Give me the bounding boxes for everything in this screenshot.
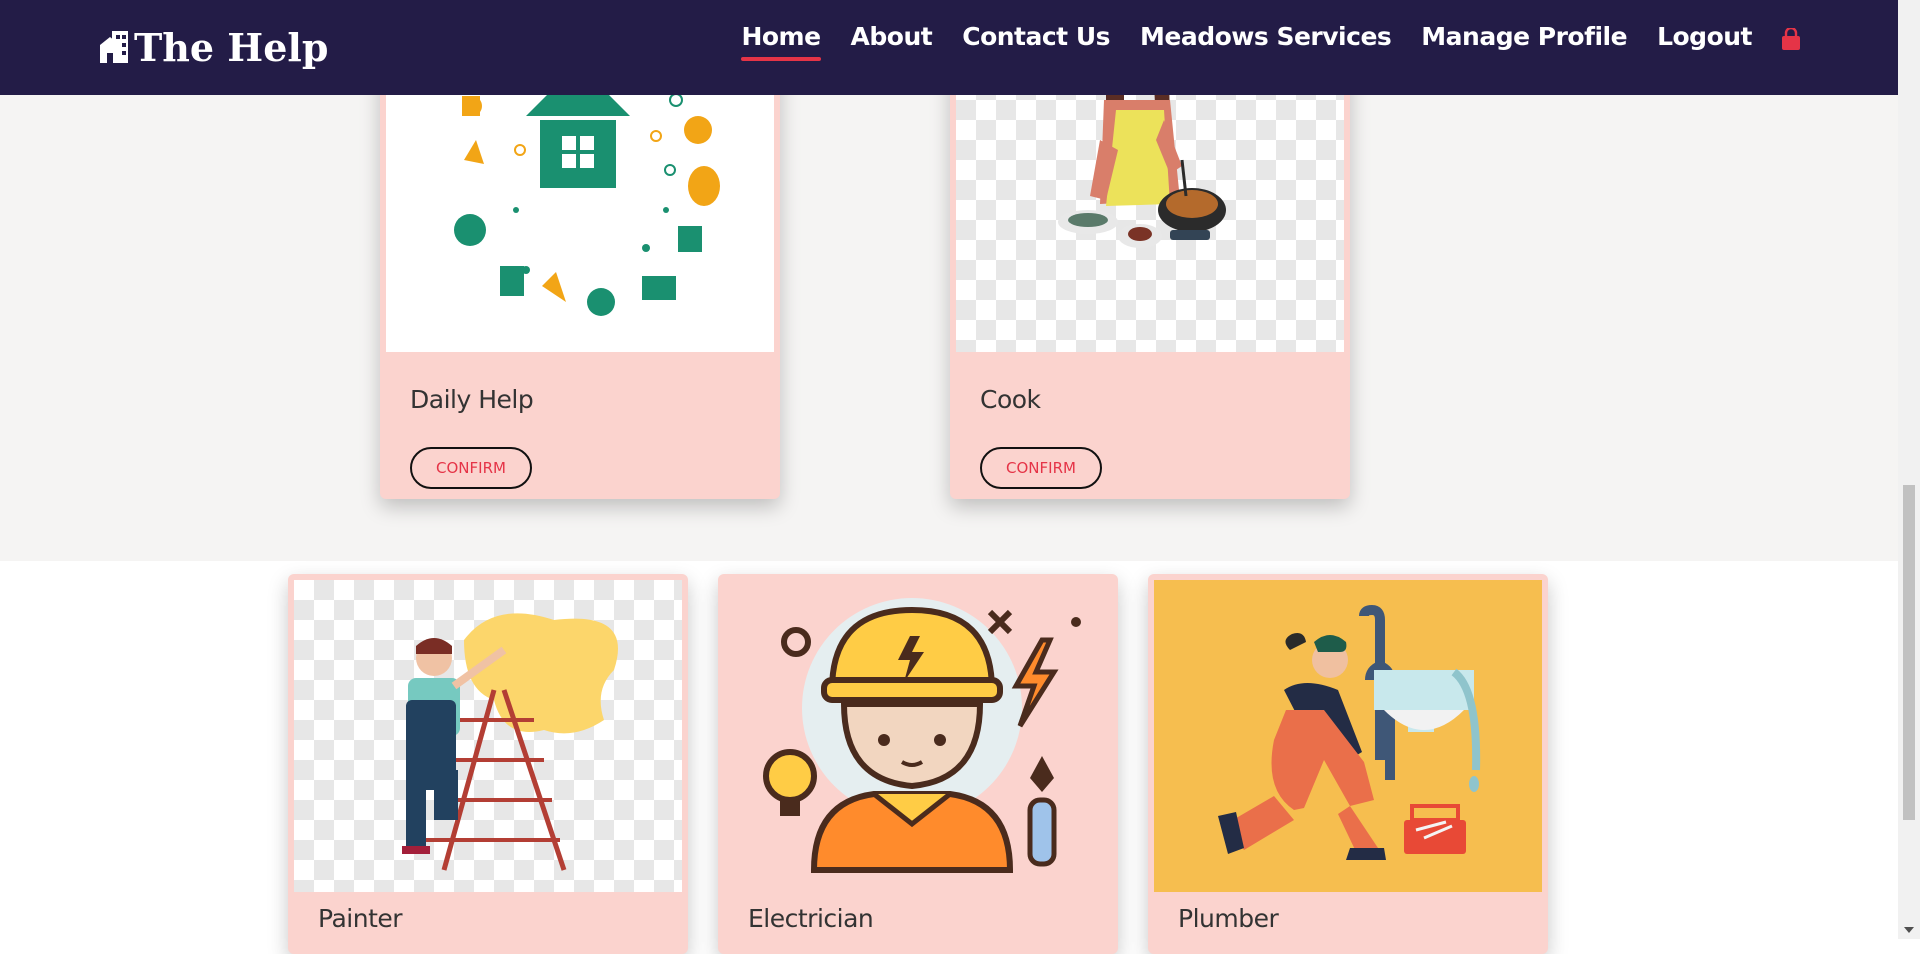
services-section-top	[0, 95, 1898, 561]
confirm-button[interactable]: CONFIRM	[410, 447, 532, 489]
service-title: Daily Help	[410, 385, 534, 414]
nav-logout[interactable]: Logout	[1657, 22, 1752, 61]
painter-on-ladder-illustration	[294, 580, 682, 892]
brand-name: The Help	[134, 24, 329, 70]
service-title: Electrician	[748, 904, 874, 933]
brand-logo[interactable]: The Help	[98, 24, 328, 70]
service-card-painter: Painter	[288, 574, 688, 954]
scrollbar-thumb[interactable]	[1903, 485, 1915, 820]
nav-manage-profile[interactable]: Manage Profile	[1421, 22, 1627, 61]
nav-home[interactable]: Home	[741, 22, 821, 61]
nav-meadows-services[interactable]: Meadows Services	[1140, 22, 1392, 61]
service-title: Painter	[318, 904, 403, 933]
service-card-plumber: Plumber	[1148, 574, 1548, 954]
service-title: Plumber	[1178, 904, 1279, 933]
scroll-down-arrow-icon[interactable]	[1904, 927, 1914, 933]
plumber-illustration	[1154, 580, 1542, 892]
navbar: The Help Home About Contact Us Meadows S…	[0, 0, 1898, 95]
building-icon	[98, 29, 130, 65]
service-card-electrician: Electrician	[718, 574, 1118, 954]
nav-contact-us[interactable]: Contact Us	[962, 22, 1110, 61]
shopping-bag-icon[interactable]	[1780, 28, 1802, 52]
electrician-illustration	[724, 580, 1112, 892]
nav-menu: Home About Contact Us Meadows Services M…	[711, 22, 1752, 61]
confirm-button[interactable]: CONFIRM	[980, 447, 1102, 489]
service-card-cook: Cook CONFIRM	[950, 40, 1350, 499]
service-card-daily-help: Daily Help CONFIRM	[380, 40, 780, 499]
page-scrollbar[interactable]	[1898, 0, 1920, 939]
nav-about[interactable]: About	[851, 22, 933, 61]
service-title: Cook	[980, 385, 1041, 414]
